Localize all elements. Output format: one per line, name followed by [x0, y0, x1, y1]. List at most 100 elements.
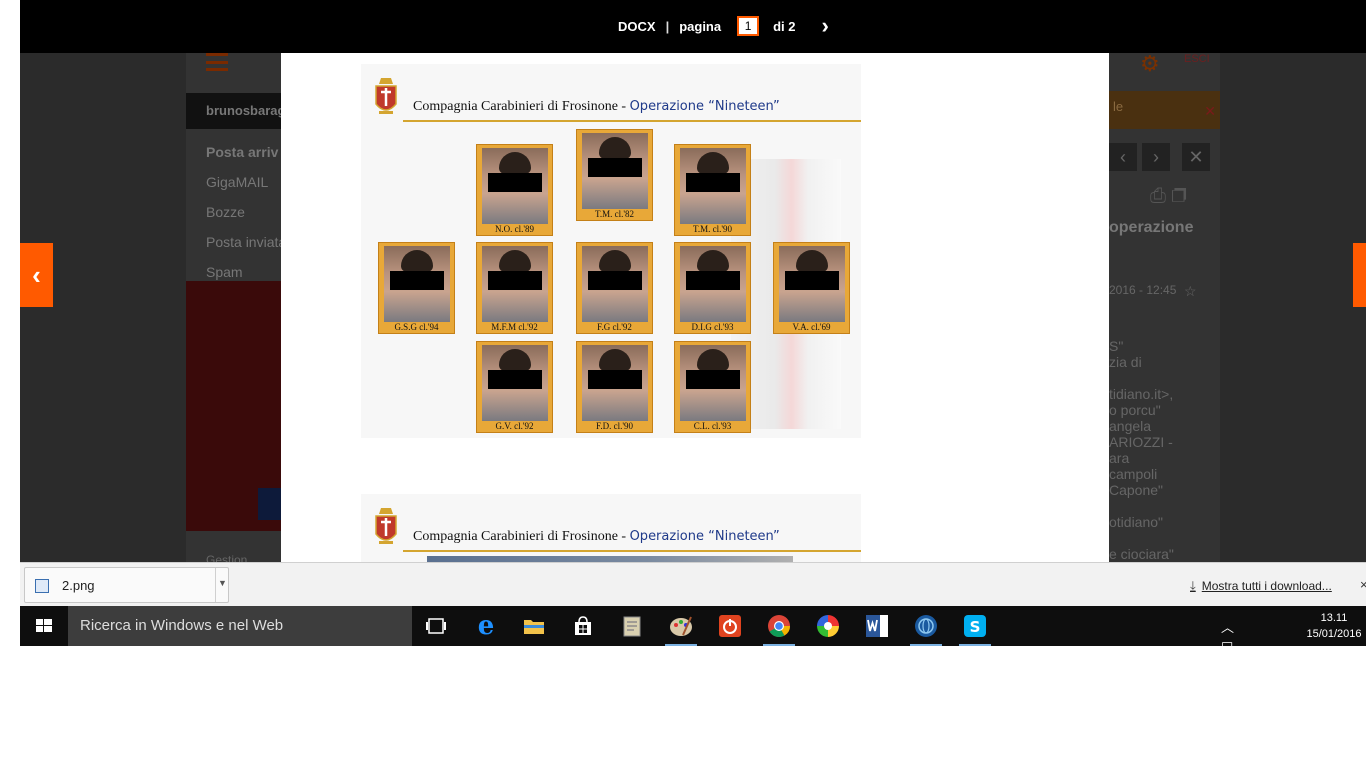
close-icon[interactable]: ✕ [1204, 103, 1216, 120]
mugshot-photo: G.S.G cl.'94 [378, 242, 455, 334]
notepad-icon[interactable] [612, 610, 652, 642]
mugshot-photo: T.M. cl.'90 [674, 144, 751, 236]
viewer-toolbar: DOCX | pagina 1 di 2 › [20, 0, 1366, 53]
prev-message-button[interactable]: ‹ [1109, 143, 1137, 171]
download-bar: 2.png ▼ ⤓ Mostra tutti i download... × [20, 562, 1366, 606]
close-download-bar-button[interactable]: × [1360, 577, 1366, 592]
download-item[interactable]: 2.png ▼ [24, 567, 229, 603]
censor-bar [390, 271, 444, 290]
power-app-icon[interactable] [710, 610, 750, 642]
screen: brunosbaragl Posta arriv GigaMAIL Bozze … [20, 0, 1366, 646]
close-message-button[interactable]: ✕ [1182, 143, 1210, 171]
mugshot-photo: G.V. cl.'92 [476, 341, 553, 433]
mugshot-photo: F.G cl.'92 [576, 242, 653, 334]
chevron-down-icon[interactable]: ▼ [215, 568, 229, 602]
prev-image-button[interactable]: ‹ [20, 243, 53, 307]
censor-bar [785, 271, 839, 290]
mugshot-caption: C.L. cl.'93 [693, 421, 732, 431]
show-all-label: Mostra tutti i download... [1201, 579, 1332, 593]
next-image-button[interactable] [1353, 243, 1366, 307]
menu-icon[interactable] [206, 53, 228, 71]
mugshot-photo: C.L. cl.'93 [674, 341, 751, 433]
next-page-button[interactable]: › [822, 15, 829, 37]
message-title: operazione [1109, 219, 1194, 236]
windows-start-icon[interactable] [20, 606, 68, 646]
chrome-icon[interactable] [759, 610, 799, 646]
mugshot-photo: M.F.M cl.'92 [476, 242, 553, 334]
doc-format-label: DOCX [618, 18, 656, 34]
slide-2: Compagnia Carabinieri di Frosinone - Ope… [361, 494, 861, 562]
message-line: S" [1109, 338, 1124, 354]
message-line [1109, 370, 1174, 386]
show-all-downloads-link[interactable]: ⤓ Mostra tutti i download... [1190, 578, 1332, 594]
censor-bar [488, 173, 542, 192]
next-message-button[interactable]: › [1142, 143, 1170, 171]
exit-link[interactable]: ESCI [1184, 53, 1210, 65]
download-icon: ⤓ [1190, 578, 1196, 593]
mugshot-caption: D.I.G cl.'93 [691, 322, 734, 332]
censor-bar [686, 271, 740, 290]
separator: | [665, 18, 670, 34]
message-line: ARIOZZI - [1109, 434, 1173, 450]
document-page: Compagnia Carabinieri di Frosinone - Ope… [281, 53, 1109, 562]
message-line: campoli [1109, 466, 1158, 482]
taskbar: Ricerca in Windows e nel Web e S ︿ ▭ ◠ ▤… [20, 606, 1366, 686]
message-body: S" zia di tidiano.it>, o porcu" angela ARIOZZ… [1109, 338, 1174, 562]
clock-time: 13.11 [1320, 612, 1348, 624]
ad-button[interactable] [258, 488, 282, 520]
page-total: di 2 [773, 18, 796, 34]
mugshot-caption: M.F.M cl.'92 [491, 322, 538, 332]
print-icon[interactable]: ⎙ ❐ [1150, 185, 1187, 208]
word-icon[interactable] [857, 610, 897, 642]
censor-bar [488, 271, 542, 290]
message-line: tidiano.it>, [1109, 386, 1174, 402]
mugshot-caption: T.M. cl.'90 [693, 224, 732, 234]
company-name: Compagnia Carabinieri di Frosinone - [413, 99, 630, 114]
company-name: Compagnia Carabinieri di Frosinone - [413, 529, 630, 544]
edge-icon[interactable]: e [466, 610, 506, 642]
globe-browser-icon[interactable] [906, 610, 946, 646]
censor-bar [686, 173, 740, 192]
paint-icon[interactable] [661, 610, 701, 646]
username: brunosbaragl [186, 93, 289, 129]
censor-bar [686, 370, 740, 389]
slide-header-text: Compagnia Carabinieri di Frosinone - Ope… [413, 529, 780, 545]
header-rule [403, 120, 861, 122]
header-rule [403, 550, 861, 552]
mugshot-caption: G.V. cl.'92 [495, 421, 534, 431]
message-line [1109, 498, 1174, 514]
carabinieri-crest-icon [375, 508, 397, 544]
mugshot-photo: F.D. cl.'90 [576, 341, 653, 433]
censor-bar [588, 158, 642, 177]
taskbar-search-input[interactable]: Ricerca in Windows e nel Web [68, 606, 412, 646]
page-label: pagina [679, 18, 722, 34]
message-line [1109, 530, 1174, 546]
mugshot-caption: F.D. cl.'90 [596, 421, 633, 431]
censor-bar [488, 370, 542, 389]
mugshot-caption: G.S.G cl.'94 [394, 322, 439, 332]
picasa-icon[interactable] [808, 610, 848, 642]
page-number-input[interactable]: 1 [737, 16, 760, 36]
message-line: Capone" [1109, 482, 1164, 498]
message-line: zia di [1109, 354, 1142, 370]
clock[interactable]: 13.11 15/01/2016 [1304, 610, 1364, 642]
svg-text:S: S [970, 618, 981, 636]
gear-icon[interactable]: ⚙ [1140, 51, 1160, 77]
mugshot-caption: N.O. cl.'89 [494, 224, 535, 234]
mugshot-caption: V.A. cl.'69 [792, 322, 831, 332]
store-icon[interactable] [563, 610, 603, 642]
skype-icon[interactable]: S [955, 610, 995, 646]
download-file-name: 2.png [62, 578, 95, 593]
censor-bar [588, 370, 642, 389]
message-line: ara [1109, 450, 1130, 466]
task-view-icon[interactable] [416, 610, 456, 642]
star-icon[interactable]: ☆ [1184, 283, 1197, 300]
tray-overflow-icon[interactable]: ︿ ▭ ◠ ▤ [1221, 617, 1234, 687]
image-file-icon [35, 579, 49, 593]
message-line: otidiano" [1109, 514, 1164, 530]
mugshot-caption: F.G cl.'92 [597, 322, 632, 332]
carabinieri-crest-icon [375, 78, 397, 114]
file-explorer-icon[interactable] [514, 610, 554, 642]
operation-name: Operazione “Nineteen” [629, 99, 780, 114]
mugshot-photo: D.I.G cl.'93 [674, 242, 751, 334]
